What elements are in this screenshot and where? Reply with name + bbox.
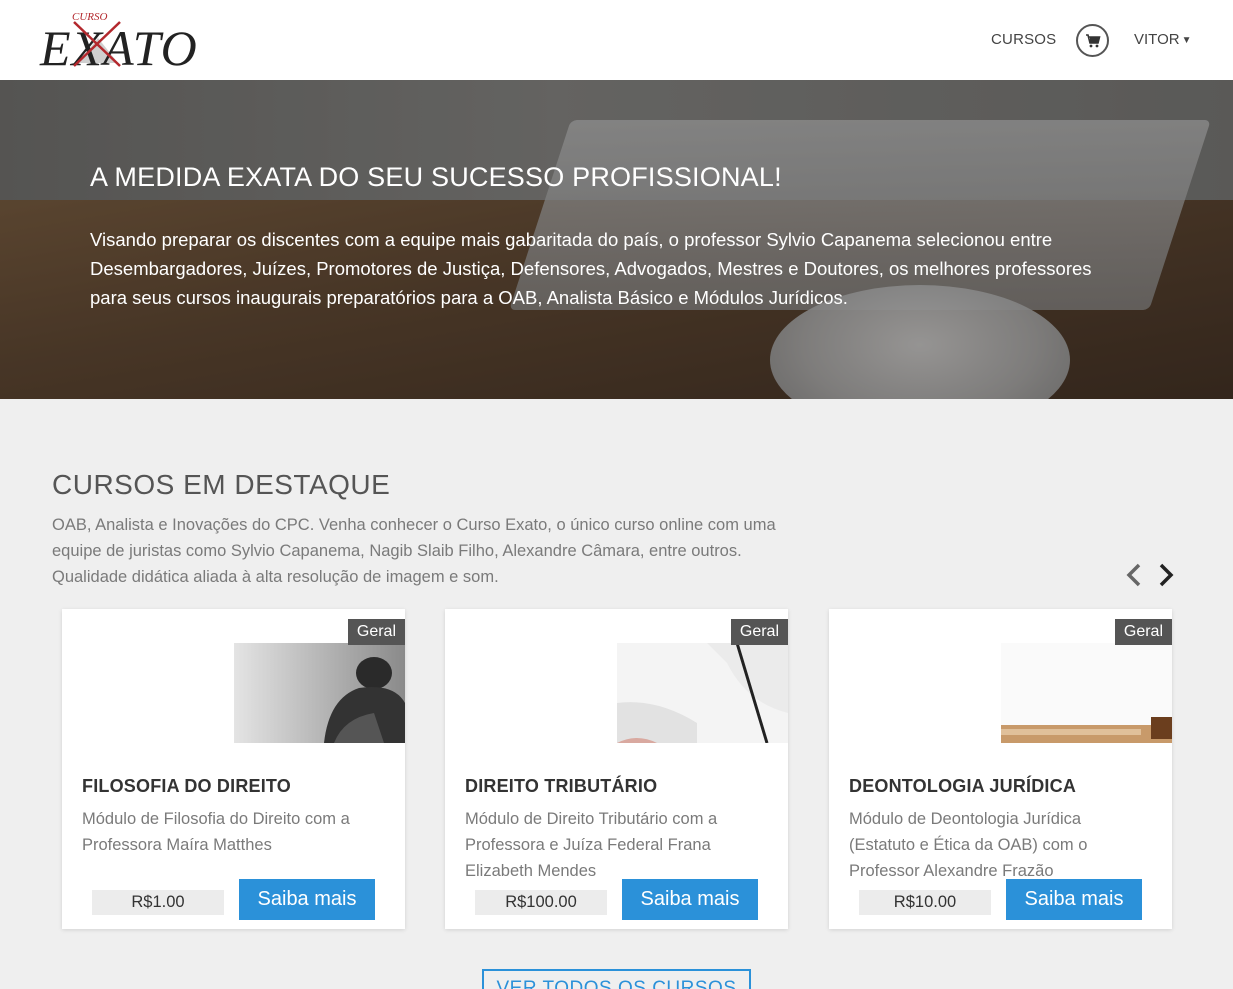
category-badge: Geral — [730, 619, 788, 645]
course-image-gavel — [1001, 643, 1172, 743]
course-price: R$100.00 — [475, 890, 607, 915]
learn-more-button[interactable]: Saiba mais — [239, 879, 375, 920]
hero-text: Visando preparar os discentes com a equi… — [90, 229, 1092, 308]
user-name: VITOR — [1134, 31, 1180, 48]
featured-title: CURSOS EM DESTAQUE — [52, 469, 391, 500]
featured-description: OAB, Analista e Inovações do CPC. Venha … — [52, 516, 776, 586]
curso-exato-logo[interactable]: CURSO EXATO — [38, 8, 208, 76]
course-title[interactable]: DIREITO TRIBUTÁRIO — [465, 776, 657, 797]
caret-down-icon: ▼ — [1181, 35, 1192, 46]
learn-more-button[interactable]: Saiba mais — [622, 879, 758, 920]
course-title[interactable]: FILOSOFIA DO DIREITO — [82, 776, 291, 797]
chevron-right-icon — [1159, 563, 1174, 587]
course-description: Módulo de Direito Tributário com a Profe… — [465, 810, 718, 880]
course-card[interactable]: Geral DIREITO TRIBUTÁRIO Módulo de Direi… — [445, 609, 788, 929]
course-title[interactable]: DEONTOLOGIA JURÍDICA — [849, 776, 1076, 797]
hero-banner: A MEDIDA EXATA DO SEU SUCESSO PROFISSION… — [0, 80, 1233, 399]
nav-courses-link[interactable]: CURSOS — [991, 31, 1056, 48]
logo-graphic: CURSO EXATO — [39, 11, 197, 76]
user-menu[interactable]: VITOR ▼ — [1134, 31, 1191, 48]
category-badge: Geral — [347, 619, 405, 645]
learn-more-button[interactable]: Saiba mais — [1006, 879, 1142, 920]
course-price: R$1.00 — [92, 890, 224, 915]
course-image-thinker — [234, 643, 405, 743]
cart-button[interactable] — [1076, 24, 1109, 57]
course-price: R$10.00 — [859, 890, 991, 915]
carousel-prev-button[interactable] — [1124, 562, 1144, 588]
category-badge: Geral — [1114, 619, 1172, 645]
top-navbar: CURSO EXATO CURSOS VITOR ▼ — [0, 0, 1233, 80]
hero-title: A MEDIDA EXATA DO SEU SUCESSO PROFISSION… — [90, 162, 782, 192]
carousel-next-button[interactable] — [1156, 562, 1176, 588]
course-card[interactable]: Geral DEONTOLOGIA JURÍDICA Módulo de Deo… — [829, 609, 1172, 929]
course-image-hands — [617, 643, 788, 743]
course-description: Módulo de Filosofia do Direito com a Pro… — [82, 810, 350, 854]
see-all-courses-button[interactable]: VER TODOS OS CURSOS — [482, 969, 751, 989]
course-card[interactable]: Geral FILOSOFIA DO DIREITO Módulo de Fil… — [62, 609, 405, 929]
course-description: Módulo de Deontologia Jurídica (Estatuto… — [849, 810, 1088, 880]
cart-icon — [1086, 34, 1101, 48]
chevron-left-icon — [1126, 563, 1141, 587]
